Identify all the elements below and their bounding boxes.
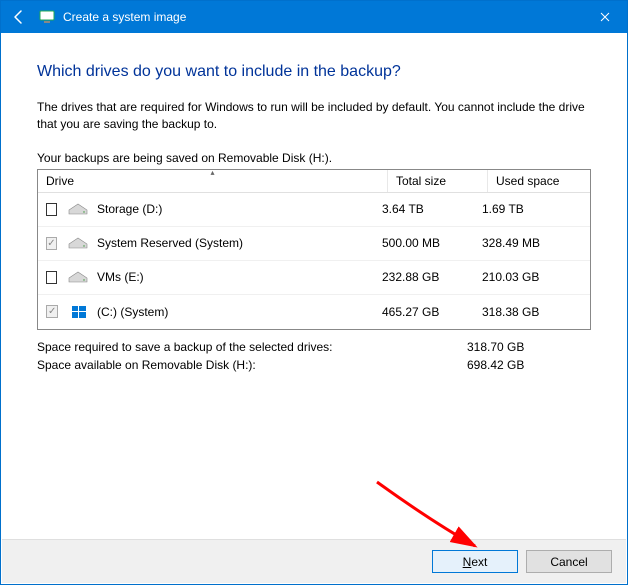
drive-total-size: 465.27 GB: [382, 305, 482, 319]
drive-name: System Reserved (System): [97, 236, 382, 250]
drive-used-space: 328.49 MB: [482, 236, 582, 250]
drive-checkbox: ✓: [46, 305, 58, 318]
column-header-used[interactable]: Used space: [488, 170, 588, 192]
drive-used-space: 210.03 GB: [482, 270, 582, 284]
column-header-total[interactable]: Total size: [388, 170, 488, 192]
drive-checkbox[interactable]: [46, 203, 57, 216]
back-button[interactable]: [7, 5, 31, 29]
close-button[interactable]: [582, 1, 627, 33]
windows-drive-icon: [68, 304, 89, 320]
space-available-label: Space available on Removable Disk (H:):: [37, 356, 467, 374]
content-area: Which drives do you want to include in t…: [1, 33, 627, 374]
drive-checkbox: ✓: [46, 237, 57, 250]
drive-total-size: 232.88 GB: [382, 270, 482, 284]
app-icon: [39, 9, 55, 25]
hdd-icon: [67, 201, 89, 217]
drive-table-header: Drive ▴ Total size Used space: [38, 170, 590, 193]
window-title: Create a system image: [63, 10, 186, 24]
drive-table: Drive ▴ Total size Used space Storage (D…: [37, 169, 591, 330]
space-required-value: 318.70 GB: [467, 338, 567, 356]
drive-used-space: 318.38 GB: [482, 305, 582, 319]
hdd-icon: [67, 235, 89, 251]
cancel-button[interactable]: Cancel: [526, 550, 612, 573]
drive-row: ✓ (C:) (System)465.27 GB318.38 GB: [38, 295, 590, 329]
space-required-label: Space required to save a backup of the s…: [37, 338, 467, 356]
save-target-label: Your backups are being saved on Removabl…: [37, 151, 591, 165]
drive-row: ✓ System Reserved (System)500.00 MB328.49…: [38, 227, 590, 261]
sort-indicator-icon: ▴: [210, 168, 214, 177]
drive-row: VMs (E:)232.88 GB210.03 GB: [38, 261, 590, 295]
page-heading: Which drives do you want to include in t…: [37, 63, 591, 81]
drive-used-space: 1.69 TB: [482, 202, 582, 216]
hdd-icon: [67, 269, 89, 285]
drive-name: (C:) (System): [97, 305, 382, 319]
drive-checkbox[interactable]: [46, 271, 57, 284]
wizard-footer: Next Cancel: [2, 539, 626, 583]
next-button[interactable]: Next: [432, 550, 518, 573]
titlebar: Create a system image: [1, 1, 627, 33]
drive-row: Storage (D:)3.64 TB1.69 TB: [38, 193, 590, 227]
column-header-drive[interactable]: Drive ▴: [38, 170, 388, 192]
drive-name: VMs (E:): [97, 270, 382, 284]
space-available-value: 698.42 GB: [467, 356, 567, 374]
drive-total-size: 500.00 MB: [382, 236, 482, 250]
page-description: The drives that are required for Windows…: [37, 99, 591, 133]
drive-total-size: 3.64 TB: [382, 202, 482, 216]
summary: Space required to save a backup of the s…: [37, 338, 591, 374]
drive-name: Storage (D:): [97, 202, 382, 216]
